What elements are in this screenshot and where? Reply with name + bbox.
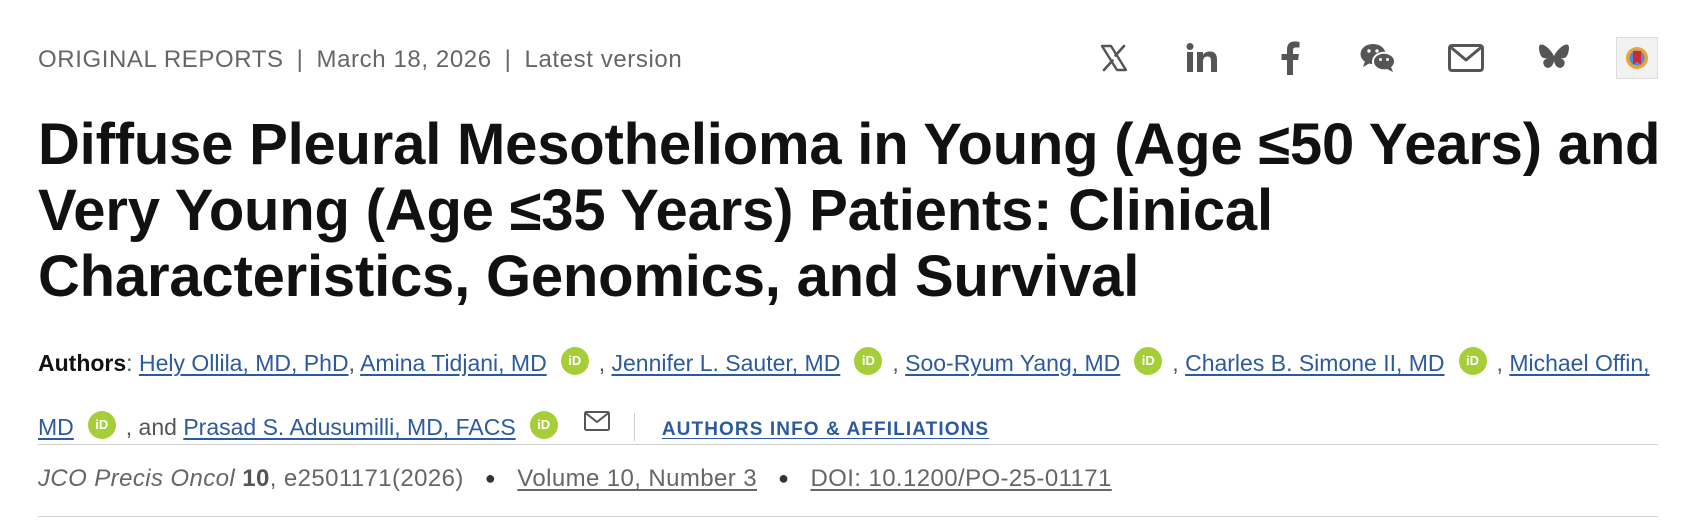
author-link[interactable]: Charles B. Simone II, MD xyxy=(1185,350,1444,376)
orcid-icon[interactable]: iD xyxy=(1458,347,1487,375)
mendeley-icon[interactable] xyxy=(1616,37,1658,79)
authors-label: Authors xyxy=(38,350,127,376)
wechat-icon[interactable] xyxy=(1356,36,1400,80)
journal-name: JCO Precis Oncol xyxy=(38,465,236,492)
linkedin-icon[interactable] xyxy=(1180,36,1224,80)
author-link[interactable]: Soo-Ryum Yang, MD xyxy=(905,350,1120,376)
and-text: , and xyxy=(125,414,177,440)
x-icon[interactable] xyxy=(1092,36,1136,80)
author-link[interactable]: Prasad S. Adusumilli, MD, FACS xyxy=(183,414,515,440)
separator: | xyxy=(504,46,512,73)
divider-bottom xyxy=(38,516,1658,517)
orcid-icon[interactable]: iD xyxy=(87,411,116,439)
bluesky-icon[interactable] xyxy=(1532,36,1576,80)
doi-link[interactable]: DOI: 10.1200/PO-25-01171 xyxy=(810,465,1111,492)
facebook-icon[interactable] xyxy=(1268,36,1312,80)
publish-date: March 18, 2026 xyxy=(316,46,492,73)
orcid-icon[interactable]: iD xyxy=(854,347,883,375)
issue-link[interactable]: Volume 10, Number 3 xyxy=(517,465,757,492)
volume-number: 10 xyxy=(242,465,270,492)
citation-line: JCO Precis Oncol 10, e2501171(2026) ● Vo… xyxy=(38,465,1112,493)
bullet: ● xyxy=(484,468,497,488)
bullet: ● xyxy=(778,468,790,488)
authors-info-affiliations-link[interactable]: AUTHORS INFO & AFFILIATIONS xyxy=(662,419,989,440)
article-type: ORIGINAL REPORTS xyxy=(38,46,284,73)
email-icon[interactable] xyxy=(1444,36,1488,80)
orcid-icon[interactable]: iD xyxy=(529,411,558,439)
author-link[interactable]: Hely Ollila, MD, PhD xyxy=(139,350,349,376)
separator: | xyxy=(296,46,304,73)
article-title: Diffuse Pleural Mesothelioma in Young (A… xyxy=(38,112,1661,309)
author-link[interactable]: Jennifer L. Sauter, MD xyxy=(611,350,840,376)
article-number: , e2501171(2026) xyxy=(269,465,464,492)
divider xyxy=(634,413,636,441)
author-link[interactable]: Amina Tidjani, MD xyxy=(360,350,547,376)
orcid-icon[interactable]: iD xyxy=(1134,347,1163,375)
share-toolbar xyxy=(1048,36,1658,80)
version-label: Latest version xyxy=(524,46,683,73)
divider-top xyxy=(38,444,1658,445)
author-list: Authors: Hely Ollila, MD, PhD, Amina Tid… xyxy=(38,333,1678,460)
orcid-icon[interactable]: iD xyxy=(560,347,589,375)
article-meta: ORIGINAL REPORTS | March 18, 2026 | Late… xyxy=(38,46,682,74)
